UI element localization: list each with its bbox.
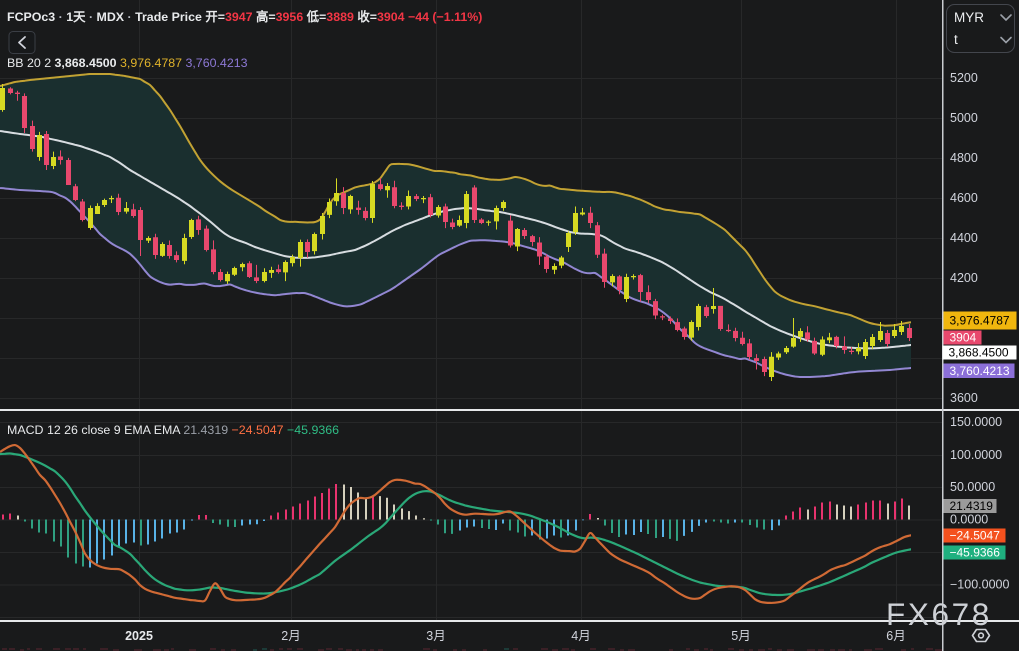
- svg-text:−24.5047: −24.5047: [950, 529, 1001, 543]
- svg-text:t: t: [954, 32, 958, 47]
- svg-text:4200: 4200: [950, 271, 978, 285]
- svg-text:3600: 3600: [950, 391, 978, 405]
- svg-text:3月: 3月: [426, 629, 445, 643]
- svg-text:3,760.4213: 3,760.4213: [950, 364, 1010, 378]
- svg-text:−45.9366: −45.9366: [950, 546, 1001, 560]
- svg-text:3,976.4787: 3,976.4787: [950, 314, 1010, 328]
- svg-text:MYR: MYR: [954, 10, 984, 25]
- svg-text:2025: 2025: [125, 629, 153, 643]
- svg-text:21.4319: 21.4319: [950, 499, 994, 513]
- svg-text:100.0000: 100.0000: [950, 448, 1002, 462]
- svg-text:−100.0000: −100.0000: [950, 578, 1009, 592]
- svg-text:4月: 4月: [571, 629, 590, 643]
- svg-text:4400: 4400: [950, 231, 978, 245]
- svg-text:3904: 3904: [950, 331, 977, 345]
- svg-text:3,868.4500: 3,868.4500: [949, 346, 1009, 360]
- svg-text:5月: 5月: [731, 629, 750, 643]
- svg-text:FCPOc3 · 1天 · MDX · Trade Pric: FCPOc3 · 1天 · MDX · Trade Price 开=3947 高…: [7, 9, 482, 24]
- svg-text:4800: 4800: [950, 151, 978, 165]
- svg-text:5000: 5000: [950, 111, 978, 125]
- svg-text:5200: 5200: [950, 71, 978, 85]
- svg-text:2月: 2月: [281, 629, 300, 643]
- svg-text:50.0000: 50.0000: [950, 480, 995, 494]
- svg-text:150.0000: 150.0000: [950, 415, 1002, 429]
- svg-text:4600: 4600: [950, 191, 978, 205]
- svg-text:FX678: FX678: [886, 596, 992, 632]
- svg-text:MACD 12 26 close 9 EMA EMA 21: MACD 12 26 close 9 EMA EMA 21.4319 −24.5…: [7, 423, 339, 437]
- svg-text:BB 20 2 3,868.4500 3,976.4787: BB 20 2 3,868.4500 3,976.4787 3,760.4213: [7, 56, 248, 70]
- svg-text:0.0000: 0.0000: [950, 513, 988, 527]
